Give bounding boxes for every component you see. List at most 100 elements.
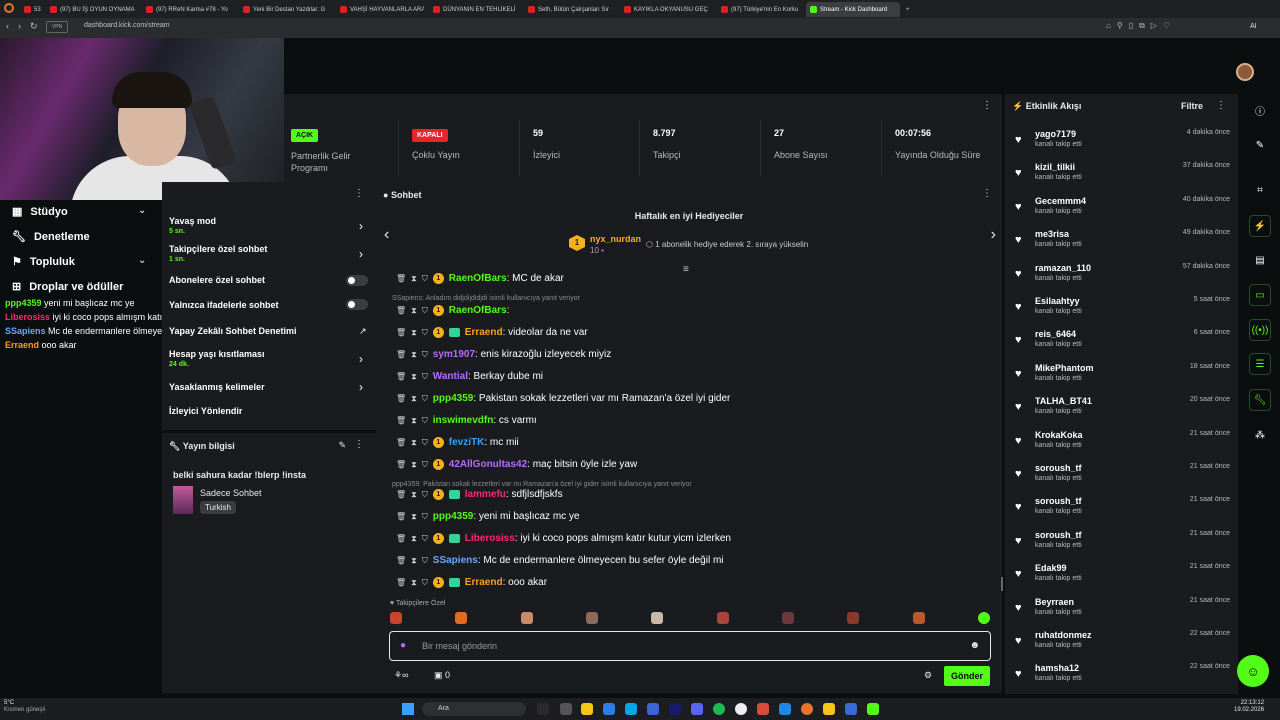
chevron-right-icon[interactable]: › [991, 226, 996, 244]
chat-username[interactable]: RaenOfBars [449, 305, 507, 316]
feed-item[interactable]: ♥ hamsha12 kanalı takip etti 22 saat önce [1015, 662, 1230, 692]
browser-tab[interactable]: VAHŞİ HAYVANLARLA ARA [336, 2, 424, 17]
browser-icon[interactable] [801, 703, 813, 715]
help-icon[interactable]: ☺ [1237, 655, 1269, 687]
task-view-icon[interactable] [560, 703, 572, 715]
feed-item[interactable]: ♥ me3risa kanalı takip etti 49 dakika önce [1015, 228, 1230, 258]
edit-icon[interactable]: ✎ [1249, 134, 1271, 156]
follower-name[interactable]: Esilaahtyy [1035, 296, 1080, 306]
delete-icon[interactable]: 🗑︎ [396, 534, 406, 543]
app-icon[interactable] [757, 703, 769, 715]
back-icon[interactable]: ‹ [6, 21, 9, 31]
feed-item[interactable]: ♥ MikePhantom kanalı takip etti 18 saat önc… [1015, 362, 1230, 392]
filter-button[interactable]: Filtre [1181, 101, 1203, 111]
chat-username[interactable]: lammefu [465, 489, 506, 500]
document-icon[interactable]: ▤ [1249, 249, 1271, 271]
feed-item[interactable]: ♥ ramazan_110 kanalı takip etti 57 dakika ö… [1015, 262, 1230, 292]
follower-name[interactable]: soroush_tf [1035, 496, 1082, 506]
subs-only-toggle[interactable] [346, 275, 368, 286]
browser-tab[interactable]: Seth, Bütün Çalışanları Sır [524, 2, 616, 17]
chat-message[interactable]: 🗑︎ ⧗ ⛉ 1 42AllGonultas42: maç bitsin öyle iz… [396, 459, 637, 470]
chat-input[interactable]: ● Bir mesaj gönderin ☻ [389, 631, 991, 661]
chat-username[interactable]: fevziTK [449, 437, 485, 448]
browser-tab[interactable]: (97) BU İŞ OYUN OYNAMA [46, 2, 138, 17]
timeout-icon[interactable]: ⧗ [411, 394, 417, 404]
more-options-icon[interactable]: ⋮ [982, 100, 992, 111]
chat-message[interactable]: 🗑︎ ⧗ ⛉ ppp4359: Pakistan sokak lezzetleri v… [396, 393, 730, 404]
sidebar-item-community[interactable]: ⚑ Topluluk [12, 255, 75, 269]
setting-followers-only[interactable]: Takipçilere özel sohbet 1 sn. [169, 244, 267, 263]
setting-account-age[interactable]: Hesap yaşı kısıtlaması 24 dk. [169, 349, 265, 368]
wrench-icon[interactable]: 🔧︎ [1249, 389, 1271, 411]
timeout-icon[interactable]: ⧗ [411, 372, 417, 382]
feed-item[interactable]: ♥ Edak99 kanalı takip etti 21 saat önce [1015, 562, 1230, 592]
chevron-right-icon[interactable]: › [359, 380, 363, 394]
xbox-icon[interactable] [537, 703, 549, 715]
delete-icon[interactable]: 🗑︎ [396, 460, 406, 469]
follower-name[interactable]: ruhatdonmez [1035, 630, 1092, 640]
feed-item[interactable]: ♥ yago7179 kanalı takip etti 4 dakika önce [1015, 128, 1230, 158]
new-tab-button[interactable]: + [902, 2, 914, 17]
avatar[interactable] [1236, 63, 1254, 81]
browser-logo-icon[interactable] [4, 3, 14, 13]
chevron-right-icon[interactable]: › [359, 219, 363, 233]
external-link-icon[interactable]: ↗ [359, 326, 367, 337]
emote-row[interactable] [390, 612, 990, 628]
more-options-icon[interactable]: ⋮ [354, 439, 364, 450]
list-icon[interactable]: ☰ [1249, 353, 1271, 375]
top-gifter-name[interactable]: nyx_nurdan [590, 234, 641, 244]
timeout-icon[interactable]: ⧗ [411, 460, 417, 470]
feed-item[interactable]: ♥ KrokaKoka kanalı takip etti 21 saat önce [1015, 429, 1230, 459]
delete-icon[interactable]: 🗑︎ [396, 372, 406, 381]
timeout-icon[interactable]: ⧗ [411, 490, 417, 500]
kick-icon[interactable] [867, 703, 879, 715]
browser-tab[interactable]: 53 [20, 2, 42, 17]
feed-item[interactable]: ♥ ruhatdonmez kanalı takip etti 22 saat önc… [1015, 629, 1230, 659]
chat-message[interactable]: 🗑︎ ⧗ ⛉ inswimevdfn: cs varmı [396, 415, 537, 426]
timeout-icon[interactable]: ⧗ [411, 578, 417, 588]
chat-icon[interactable]: ▭ [1249, 284, 1271, 306]
chat-message[interactable]: 🗑︎ ⧗ ⛉ SSapiens: Mc de endermanlere ölmeyec… [396, 555, 724, 566]
info-icon[interactable]: ⓘ [1249, 99, 1271, 121]
follower-name[interactable]: soroush_tf [1035, 530, 1082, 540]
sidebar-item-studio[interactable]: ▦ Stüdyo [12, 205, 68, 219]
spotify-icon[interactable] [713, 703, 725, 715]
mic-icon[interactable]: ● [400, 640, 406, 651]
vpn-icon[interactable]: VPN [46, 21, 68, 33]
setting-banned-words[interactable]: Yasaklanmış kelimeler [169, 382, 265, 392]
chat-username[interactable]: Erraend [465, 327, 503, 338]
stat-partner[interactable]: AÇIK Partnerlik Gelir Programı [291, 129, 371, 174]
timeout-icon[interactable]: ⧗ [411, 438, 417, 448]
start-icon[interactable] [402, 703, 414, 715]
chevron-right-icon[interactable]: › [359, 352, 363, 366]
follower-name[interactable]: me3risa [1035, 229, 1069, 239]
chevron-down-icon[interactable]: ⌄ [138, 205, 146, 216]
follower-name[interactable]: Gecemmm4 [1035, 196, 1086, 206]
browser-toolbar-icons[interactable]: ⌂⚲▯⧉▷♡ [1106, 21, 1176, 31]
follower-name[interactable]: MikePhantom [1035, 363, 1094, 373]
timeout-icon[interactable]: ⧗ [411, 416, 417, 426]
feed-item[interactable]: ♥ soroush_tf kanalı takip etti 21 saat önce [1015, 495, 1230, 525]
mail-icon[interactable] [603, 703, 615, 715]
chevron-right-icon[interactable]: › [359, 247, 363, 261]
browser-tab[interactable]: (97) Türkiye'nin En Korku [717, 2, 803, 17]
feed-item[interactable]: ♥ reis_6464 kanalı takip etti 6 saat önce [1015, 328, 1230, 358]
follower-name[interactable]: yago7179 [1035, 129, 1076, 139]
bolt-icon[interactable]: ⚡ [1249, 215, 1271, 237]
focus-icon[interactable]: ⌗ [1249, 179, 1271, 201]
emoji-icon[interactable]: ☻ [969, 640, 980, 651]
chat-username[interactable]: ppp4359 [433, 511, 474, 522]
chat-message[interactable]: 🗑︎ ⧗ ⛉ 1 lammefu: sdfjlsdfjskfs [396, 489, 563, 500]
weather-widget[interactable]: 5°C Kısmen güneşli [4, 700, 45, 714]
edge-icon[interactable] [625, 703, 637, 715]
chat-message[interactable]: 🗑︎ ⧗ ⛉ 1 RaenOfBars: MC de akar [396, 273, 564, 284]
discord-icon[interactable] [691, 703, 703, 715]
delete-icon[interactable]: 🗑︎ [396, 306, 406, 315]
chevron-down-icon[interactable]: ⌄ [138, 255, 146, 266]
chat-username[interactable]: Erraend [465, 577, 503, 588]
reload-icon[interactable]: ↻ [30, 21, 38, 32]
url-text[interactable]: dashboard.kick.com/stream [84, 22, 170, 29]
scroll-down-icon[interactable]: ≡ [683, 264, 689, 275]
setting-ai-moderation[interactable]: Yapay Zekâlı Sohbet Denetimi [169, 326, 297, 336]
more-options-icon[interactable]: ⋮ [982, 188, 992, 199]
